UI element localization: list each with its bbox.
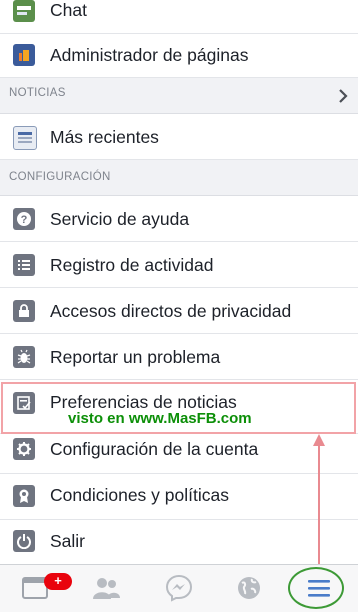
tab-news-feed[interactable]: + xyxy=(18,571,72,605)
power-icon xyxy=(13,530,35,552)
globe-icon xyxy=(238,577,260,599)
section-header-settings: CONFIGURACIÓN xyxy=(0,160,358,196)
friends-icon xyxy=(93,578,120,599)
menu-item-activity-log[interactable]: Registro de actividad xyxy=(0,242,358,288)
section-title: NOTICIAS xyxy=(9,87,66,99)
menu-item-label: Salir xyxy=(50,531,86,551)
menu-item-pages-manager[interactable]: Administrador de páginas xyxy=(0,34,358,78)
chat-icon xyxy=(13,0,35,22)
menu-item-label: Chat xyxy=(50,0,87,20)
tab-messenger[interactable] xyxy=(160,571,200,605)
news-preferences-icon xyxy=(13,392,35,414)
chevron-right-icon xyxy=(339,89,348,103)
menu-item-privacy-shortcuts[interactable]: Accesos directos de privacidad xyxy=(0,288,358,334)
bug-icon xyxy=(13,346,35,368)
notification-badge: + xyxy=(44,573,72,590)
section-header-news[interactable]: NOTICIAS xyxy=(0,78,358,114)
menu-item-account-settings[interactable]: Configuración de la cuenta xyxy=(0,434,358,474)
hamburger-menu-icon xyxy=(308,580,330,597)
menu-item-label: Más recientes xyxy=(50,127,159,147)
watermark-text: visto en www.MasFB.com xyxy=(68,410,252,427)
menu-item-report-problem[interactable]: Reportar un problema xyxy=(0,334,358,380)
pages-manager-icon xyxy=(13,44,35,66)
menu-item-label: Configuración de la cuenta xyxy=(50,439,259,459)
messenger-icon xyxy=(165,574,193,602)
news-feed-icon xyxy=(13,126,37,150)
badge-icon xyxy=(13,485,35,507)
svg-text:?: ? xyxy=(21,214,28,226)
section-title: CONFIGURACIÓN xyxy=(9,171,111,183)
tab-more-menu[interactable] xyxy=(298,571,338,605)
activity-log-icon xyxy=(13,254,35,276)
menu-item-label: Accesos directos de privacidad xyxy=(50,301,292,321)
menu-item-most-recent[interactable]: Más recientes xyxy=(0,114,358,160)
menu-item-label: Servicio de ayuda xyxy=(50,209,190,229)
menu-item-help[interactable]: ? Servicio de ayuda xyxy=(0,196,358,242)
menu-item-label: Administrador de páginas xyxy=(50,45,249,65)
menu-item-logout[interactable]: Salir xyxy=(0,520,358,564)
menu-item-chat[interactable]: Chat xyxy=(0,0,358,34)
tab-notifications[interactable] xyxy=(228,571,268,605)
menu-item-label: Reportar un problema xyxy=(50,347,221,367)
menu-item-terms-policies[interactable]: Condiciones y políticas xyxy=(0,474,358,520)
menu-item-label: Registro de actividad xyxy=(50,255,214,275)
lock-icon xyxy=(13,300,35,322)
gear-icon xyxy=(13,438,35,460)
help-icon: ? xyxy=(13,208,35,230)
annotation-arrow-icon xyxy=(313,434,325,572)
menu-item-label: Condiciones y políticas xyxy=(50,485,229,505)
bottom-tab-bar: + xyxy=(0,564,358,612)
tab-friends[interactable] xyxy=(88,571,128,605)
